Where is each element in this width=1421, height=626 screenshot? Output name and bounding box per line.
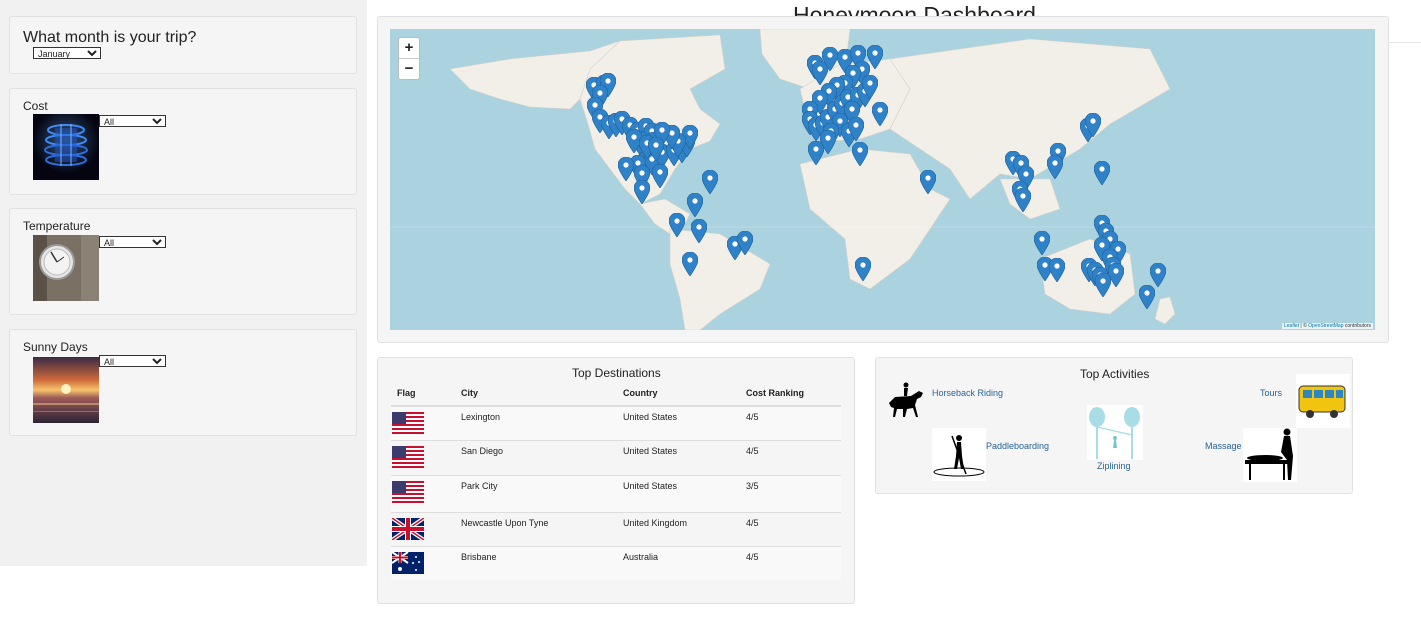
map-marker-icon[interactable] [1095,273,1111,297]
map-marker-icon[interactable] [862,75,878,99]
map-marker-icon[interactable] [920,170,936,194]
map-marker-icon[interactable] [822,47,838,71]
map-marker-icon[interactable] [634,180,650,204]
us-flag-icon [392,445,424,468]
temperature-panel: Temperature All [9,208,357,315]
activities-title: Top Activities [1080,367,1150,381]
activity-horseback-riding[interactable]: Horseback Riding [932,388,1003,398]
country-cell: Australia [622,545,745,580]
map-marker-icon[interactable] [852,142,868,166]
au-flag-icon [392,551,424,574]
destinations-table: Flag City Country Cost Ranking Lexington… [391,381,841,580]
sunny-days-panel: Sunny Days All [9,329,357,436]
month-select[interactable]: January [33,47,101,59]
map-marker-icon[interactable] [702,170,718,194]
map-marker-icon[interactable] [669,213,685,237]
sunny-days-select[interactable]: All [99,355,166,367]
us-flag-icon [392,480,424,503]
paddleboard-icon [932,428,986,481]
map-marker-icon[interactable] [1085,113,1101,137]
month-panel: What month is your trip? January [9,16,357,74]
col-city: City [460,381,622,407]
sunset-image [33,357,99,423]
horse-rider-icon [889,382,923,417]
activity-paddleboarding[interactable]: Paddleboarding [986,441,1049,451]
city-cell: Newcastle Upon Tyne [460,511,622,546]
city-cell: Park City [460,474,622,512]
map-marker-icon[interactable] [1139,285,1155,309]
massage-icon [1243,428,1297,482]
cost-select[interactable]: All [99,115,166,127]
sunny-days-label: Sunny Days [23,340,88,354]
cost-cell: 3/5 [745,474,841,512]
city-cell: Brisbane [460,545,622,580]
country-cell: United States [622,439,745,475]
map-tiles [390,29,1375,330]
activity-massage[interactable]: Massage [1205,441,1242,451]
zoom-in-button[interactable]: + [399,38,419,59]
map-marker-icon[interactable] [1034,231,1050,255]
map-marker-icon[interactable] [820,130,836,154]
cost-cell: 4/5 [745,511,841,546]
city-cell: San Diego [460,439,622,475]
city-cell: Lexington [460,405,622,440]
map-marker-icon[interactable] [1015,188,1031,212]
table-row: Newcastle Upon Tyne United Kingdom 4/5 [391,511,841,546]
map-marker-icon[interactable] [687,193,703,217]
temperature-label: Temperature [23,219,91,233]
map-marker-icon[interactable] [648,137,664,161]
map-marker-icon[interactable] [618,157,634,181]
col-country: Country [622,381,745,407]
cost-label: Cost [23,99,48,113]
table-row: Lexington United States 4/5 [391,405,841,440]
map-marker-icon[interactable] [682,252,698,276]
cost-cell: 4/5 [745,439,841,475]
col-flag: Flag [391,381,460,407]
map-marker-icon[interactable] [1047,155,1063,179]
country-cell: United Kingdom [622,511,745,546]
map-marker-icon[interactable] [652,164,668,188]
destinations-title: Top Destinations [572,366,661,380]
activities-panel: Top Activities Horseback Riding Tours Pa… [875,357,1353,494]
col-cost-ranking: Cost Ranking [745,381,841,407]
country-cell: United States [622,474,745,512]
month-label: What month is your trip? [23,29,197,46]
osm-link[interactable]: OpenStreetMap [1308,323,1343,329]
cost-panel: Cost All [9,88,357,195]
us-flag-icon [392,412,424,434]
table-row: Park City United States 3/5 [391,474,841,512]
cost-cell: 4/5 [745,545,841,580]
country-cell: United States [622,405,745,440]
zipline-icon [1087,405,1143,460]
table-row: San Diego United States 4/5 [391,439,841,475]
map-marker-icon[interactable] [872,102,888,126]
map-marker-icon[interactable] [848,117,864,141]
world-map[interactable]: + − Leaflet | © OpenStreetMap contributo… [390,29,1375,330]
zoom-out-button[interactable]: − [399,59,419,79]
map-marker-icon[interactable] [1150,263,1166,287]
leaflet-link[interactable]: Leaflet [1284,323,1299,329]
zoom-control: + − [398,37,420,80]
tour-bus-icon [1296,374,1350,428]
map-marker-icon[interactable] [737,231,753,255]
cost-cell: 4/5 [745,405,841,440]
activity-ziplining[interactable]: Ziplining [1097,461,1131,471]
temperature-select[interactable]: All [99,236,166,248]
map-marker-icon[interactable] [691,219,707,243]
map-marker-icon[interactable] [855,257,871,281]
destinations-panel: Top Destinations Flag City Country Cost … [377,357,855,604]
map-marker-icon[interactable] [1049,258,1065,282]
map-marker-icon[interactable] [1094,161,1110,185]
table-row: Brisbane Australia 4/5 [391,545,841,580]
thermometer-image [33,235,99,301]
cost-image [33,114,99,180]
activity-tours[interactable]: Tours [1260,388,1282,398]
map-attribution: Leaflet | © OpenStreetMap contributors [1282,323,1373,329]
uk-flag-icon [392,517,424,540]
